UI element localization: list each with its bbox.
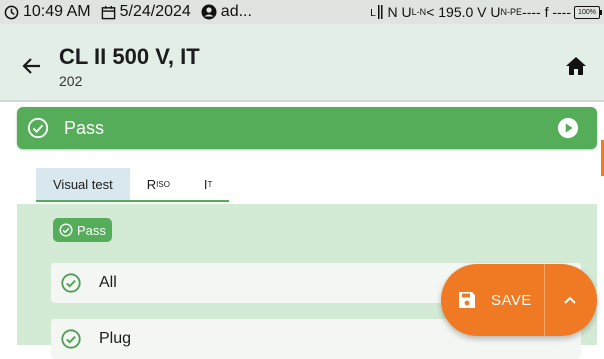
back-arrow-icon[interactable] (20, 54, 44, 78)
play-icon[interactable] (557, 117, 579, 139)
home-icon[interactable] (564, 54, 588, 78)
date: 5/24/2024 (101, 3, 191, 21)
account-icon (201, 4, 217, 20)
measurement-sub2: N-PE (500, 7, 523, 17)
check-circle-icon (59, 223, 73, 237)
list-item-label: All (99, 274, 117, 291)
header-divider (0, 100, 604, 102)
tab-it[interactable]: IT (186, 168, 230, 202)
check-circle-icon (27, 117, 49, 139)
measurement-readout: L N U L-N < 195.0 V U N-PE ---- f ---- 100… (370, 0, 602, 24)
save-fab: SAVE (441, 264, 597, 336)
floppy-disk-icon (459, 292, 475, 308)
status-badge-label: Pass (77, 222, 106, 238)
page-title: CL II 500 V, IT (59, 44, 200, 69)
check-circle-icon (61, 273, 81, 293)
test-tabs: Visual test R ISO IT (36, 168, 230, 202)
list-item-label: Plug (99, 330, 132, 347)
battery-indicator: 100% (574, 5, 602, 19)
tab-riso[interactable]: R ISO (129, 168, 187, 202)
calendar-icon (101, 5, 115, 19)
status-bar: 10:49 AM 5/24/2024 ad... L N U L-N < 195… (0, 0, 604, 24)
save-button[interactable]: SAVE (491, 292, 532, 309)
bars-icon: L (370, 5, 383, 19)
measurement-value: < 195.0 V U (426, 4, 501, 20)
tab-riso-label: R (146, 176, 157, 192)
fab-divider (544, 264, 545, 336)
tab-visual-test-label: Visual test (53, 176, 113, 192)
measurement-sub: L-N (411, 7, 427, 17)
result-banner[interactable]: Pass (17, 107, 597, 149)
clock: 10:49 AM (4, 3, 91, 21)
svg-text:L: L (370, 8, 376, 19)
battery-level: 100% (578, 8, 596, 16)
result-label: Pass (64, 117, 105, 138)
page-subtitle: 202 (59, 73, 83, 89)
status-user: ad... (220, 3, 252, 20)
tab-it-sub: T (207, 179, 213, 189)
tab-riso-sub: ISO (156, 179, 170, 189)
status-date: 5/24/2024 (119, 3, 191, 20)
status-time: 10:49 AM (23, 3, 91, 20)
app-bar: CL II 500 V, IT 202 (0, 24, 604, 100)
status-badge: Pass (53, 218, 112, 242)
tab-visual-test[interactable]: Visual test (36, 168, 130, 202)
user: ad... (201, 3, 252, 21)
measurement-tail: ---- f ---- (522, 4, 571, 20)
measurement-label: N U (387, 4, 412, 20)
chevron-up-icon[interactable] (562, 292, 578, 308)
check-circle-icon (61, 329, 81, 349)
clock-icon (4, 5, 19, 19)
